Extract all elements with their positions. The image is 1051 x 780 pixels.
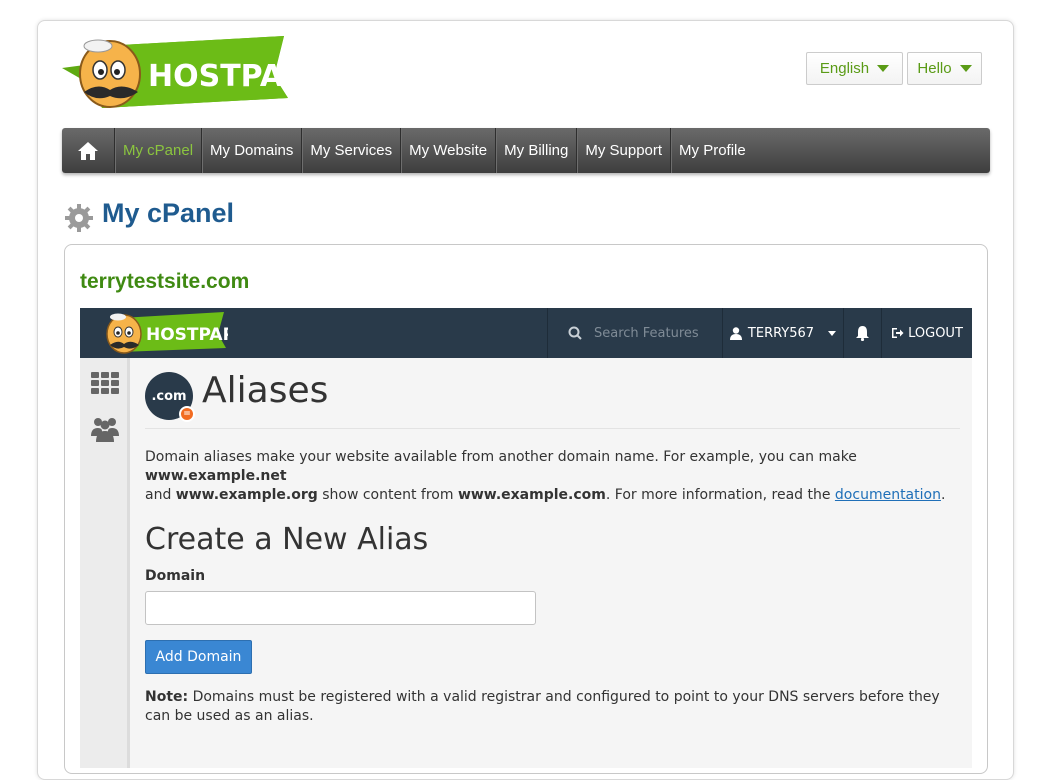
note-label: Note: [145, 689, 189, 705]
search-icon [568, 326, 582, 340]
username: TERRY567 [747, 325, 815, 341]
nav-my-domains[interactable]: My Domains [201, 128, 301, 173]
nav-my-services[interactable]: My Services [301, 128, 400, 173]
create-alias-heading: Create a New Alias [145, 522, 429, 557]
chevron-down-icon [877, 65, 890, 72]
nav-my-support[interactable]: My Support [576, 128, 670, 173]
logo-text: HOSTPAPA [148, 59, 292, 94]
aliases-heading: Aliases [202, 370, 329, 411]
cpanel-hostpapa-logo[interactable]: HOSTPAPA [98, 310, 247, 356]
logout-button[interactable]: LOGOUT [881, 308, 972, 358]
aliases-description: Domain aliases make your website availab… [145, 448, 960, 505]
domain-input[interactable] [145, 591, 536, 625]
bell-icon [856, 326, 869, 341]
chevron-down-icon [828, 330, 837, 336]
grid-icon[interactable] [90, 370, 120, 396]
nav-my-billing[interactable]: My Billing [495, 128, 576, 173]
language-label: English [819, 60, 870, 77]
desc-text-2: and [145, 487, 176, 503]
home-button[interactable] [62, 128, 114, 173]
user-icon [729, 326, 742, 340]
note-text: Note: Domains must be registered with a … [145, 688, 960, 726]
desc-text-5: . [940, 487, 946, 503]
add-domain-button[interactable]: Add Domain [145, 640, 252, 674]
nav-my-profile[interactable]: My Profile [670, 128, 754, 173]
documentation-link[interactable]: documentation [835, 487, 941, 503]
gear-icon [65, 204, 93, 232]
logout-label: LOGOUT [908, 325, 963, 341]
example-net: www.example.net [145, 468, 287, 484]
divider [145, 428, 960, 429]
search-placeholder: Search Features [594, 325, 699, 341]
page-title: My cPanel [102, 198, 235, 228]
desc-text-4: . For more information, read the [605, 487, 835, 503]
equals-icon: = [179, 406, 195, 422]
home-icon [78, 141, 98, 160]
user-account-menu[interactable]: TERRY567 [722, 308, 843, 358]
domain-label: Domain [145, 568, 206, 584]
notifications-button[interactable] [843, 308, 881, 358]
badge-text: .com [151, 388, 187, 404]
language-dropdown[interactable]: English [806, 52, 903, 85]
users-icon[interactable] [90, 416, 120, 442]
cpanel-topbar: HOSTPAPA Search Features TERRY567 [80, 308, 972, 358]
feature-search[interactable]: Search Features [547, 308, 722, 358]
cpanel-sidebar [80, 358, 130, 768]
user-menu-label: Hello [917, 60, 952, 77]
desc-text-3: show content from [317, 487, 458, 503]
note-body: Domains must be registered with a valid … [145, 689, 940, 724]
example-com: www.example.com [457, 487, 606, 503]
site-name: terrytestsite.com [80, 270, 250, 293]
cpanel-frame: HOSTPAPA Search Features TERRY567 [80, 308, 972, 768]
logout-icon [892, 328, 904, 338]
cpanel-logo-text: HOSTPAPA [146, 325, 228, 345]
user-menu-dropdown[interactable]: Hello [907, 52, 982, 85]
dotcom-badge-icon: .com = [145, 372, 195, 422]
hostpapa-logo[interactable]: HOSTPAPA [62, 36, 326, 114]
nav-my-cpanel[interactable]: My cPanel [114, 128, 201, 173]
main-navigation: My cPanel My Domains My Services My Webs… [62, 128, 990, 173]
nav-my-website[interactable]: My Website [400, 128, 495, 173]
example-org: www.example.org [175, 487, 318, 503]
chevron-down-icon [959, 65, 972, 72]
desc-text-1: Domain aliases make your website availab… [145, 449, 857, 465]
